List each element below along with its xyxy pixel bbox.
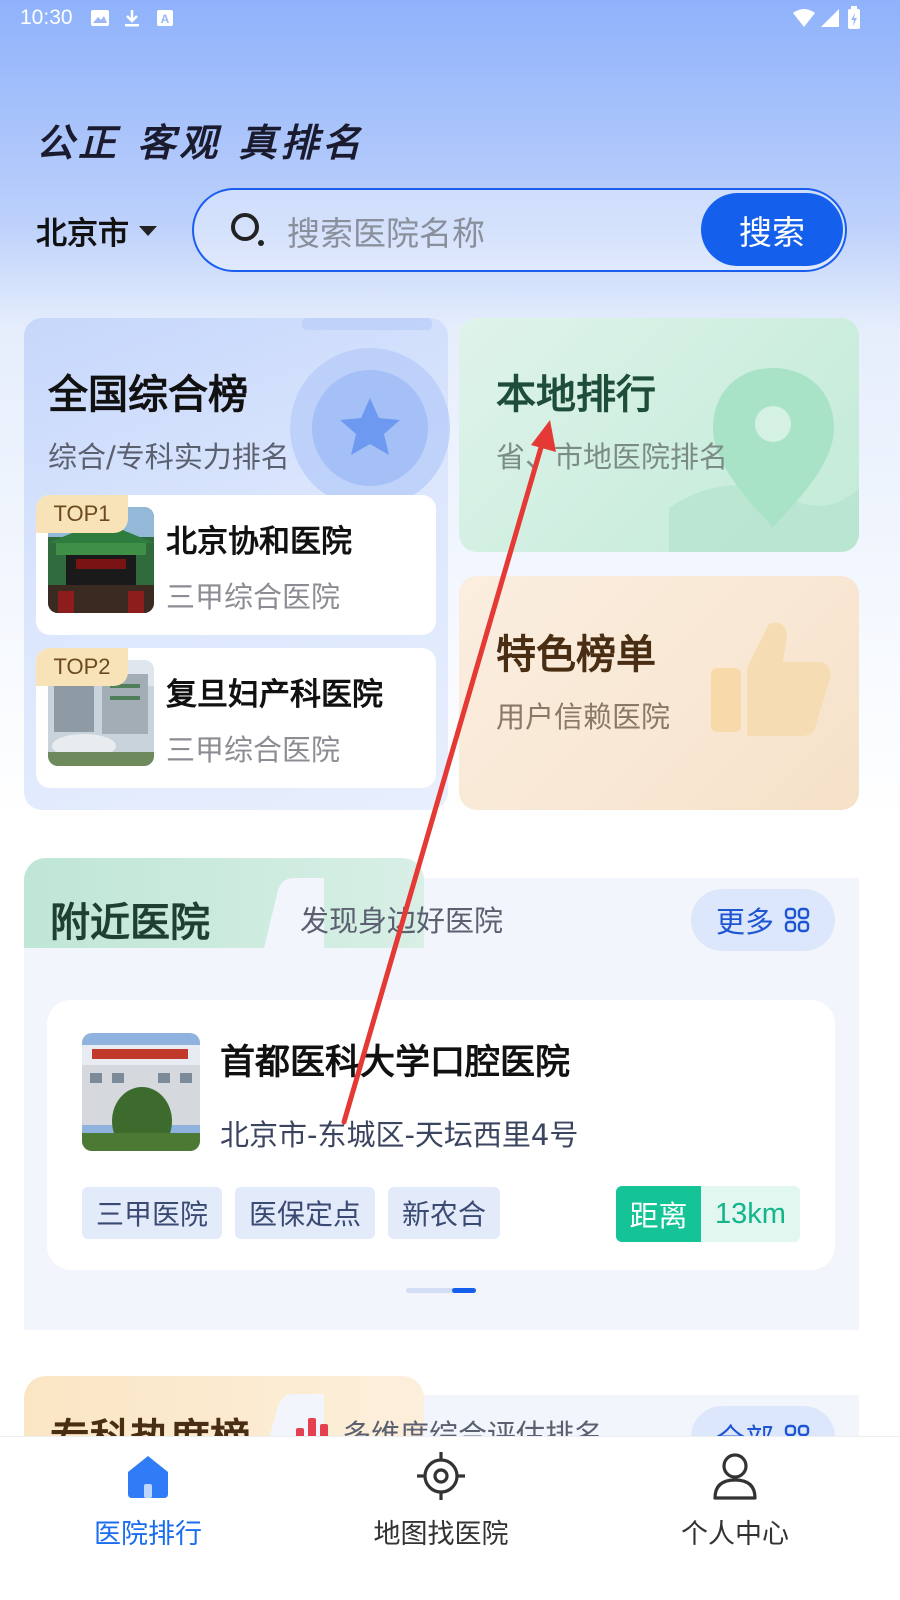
top-hospital-type: 三甲综合医院	[166, 580, 341, 614]
battery-icon	[848, 6, 860, 29]
slogan: 公正 客观 真排名	[36, 121, 365, 165]
top-hospital-name: 复旦妇产科医院	[166, 677, 383, 713]
nearby-title: 附近医院	[50, 900, 210, 946]
nav-label: 医院排行	[94, 1519, 202, 1550]
search-button[interactable]: 搜索	[701, 193, 843, 266]
city-label: 北京市	[36, 216, 129, 252]
featured-list-title: 特色榜单	[496, 632, 656, 678]
nav-label: 个人中心	[681, 1519, 789, 1550]
national-ranking-subtitle: 综合/专科实力排名	[48, 440, 290, 474]
top-hospital-type: 三甲综合医院	[166, 733, 341, 767]
featured-list-card[interactable]	[459, 576, 859, 810]
distance-value: 13km	[701, 1186, 800, 1242]
more-label: 更多	[715, 905, 774, 939]
download-icon	[125, 10, 139, 27]
nav-label: 地图找医院	[373, 1519, 509, 1550]
national-ranking-title: 全国综合榜	[48, 372, 248, 418]
more-button[interactable]: 更多	[691, 889, 835, 951]
featured-list-subtitle: 用户信赖医院	[496, 700, 671, 734]
medal-star-icon	[290, 318, 450, 508]
hospital-address: 北京市-东城区-天坛西里4号	[220, 1118, 579, 1152]
location-target-icon	[417, 1452, 465, 1500]
svg-text:A: A	[161, 12, 170, 26]
nearby-subtitle: 发现身边好医院	[300, 904, 504, 938]
distance-label: 距离	[616, 1186, 701, 1242]
hospital-name: 首都医科大学口腔医院	[220, 1043, 571, 1083]
carousel-indicator-active	[452, 1288, 476, 1293]
top-badge: TOP1	[36, 495, 128, 533]
search-icon	[231, 213, 264, 246]
top-hospital-name: 北京协和医院	[166, 524, 352, 560]
top-badge: TOP2	[36, 648, 128, 686]
hospital-tag: 三甲医院	[82, 1187, 223, 1239]
user-icon	[713, 1453, 757, 1500]
grid-icon	[784, 907, 810, 933]
search-input[interactable]: 搜索医院名称	[287, 207, 485, 255]
caret-down-icon	[139, 225, 157, 236]
hospital-tag: 新农合	[388, 1187, 501, 1239]
distance-badge: 距离 13km	[616, 1186, 800, 1242]
cellular-signal-icon	[821, 9, 839, 27]
nav-hospital-ranking[interactable]: 医院排行	[38, 1450, 258, 1560]
home-icon	[128, 1456, 168, 1498]
wifi-icon	[793, 9, 815, 27]
hospital-photo	[82, 1033, 200, 1151]
status-time: 10:30	[20, 6, 73, 29]
nav-personal-center[interactable]: 个人中心	[625, 1450, 845, 1560]
hospital-tag: 医保定点	[235, 1187, 376, 1239]
local-ranking-subtitle: 省、市地医院排名	[496, 440, 729, 474]
local-ranking-title: 本地排行	[496, 372, 656, 418]
city-selector[interactable]: 北京市	[36, 208, 157, 253]
image-notification-icon	[91, 10, 109, 26]
nav-map-find-hospital[interactable]: 地图找医院	[331, 1450, 551, 1560]
status-bar: 10:30 A	[0, 0, 900, 40]
thumbs-up-icon	[711, 622, 831, 736]
text-notification-icon: A	[157, 10, 173, 26]
